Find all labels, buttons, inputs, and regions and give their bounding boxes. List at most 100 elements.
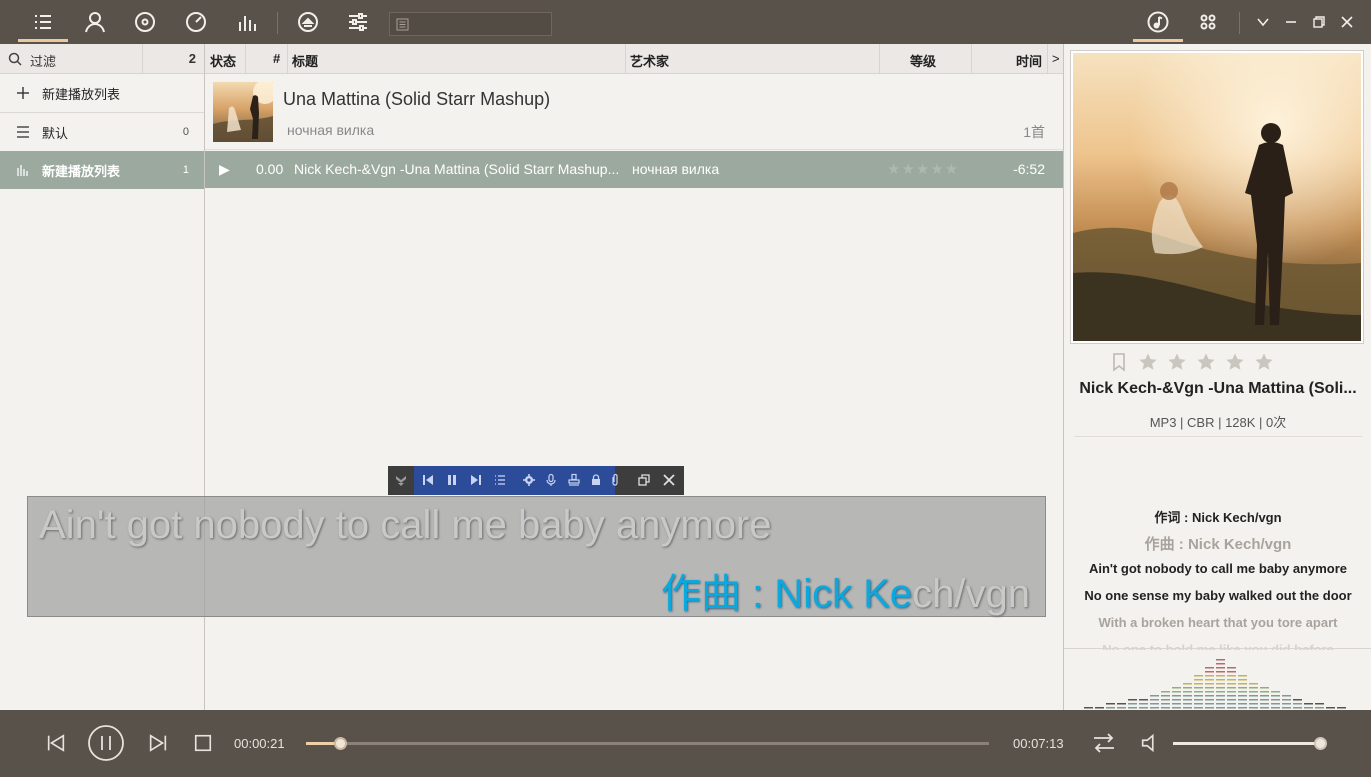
next-button[interactable] bbox=[146, 731, 170, 755]
filter-count: 2 bbox=[188, 51, 196, 66]
pause-icon[interactable] bbox=[445, 473, 459, 487]
spectrum-segment bbox=[1183, 707, 1192, 709]
spectrum-segment bbox=[1150, 703, 1159, 705]
repeat-mode-button[interactable] bbox=[1092, 731, 1116, 755]
lyrics-line-current: 作曲 : Nick Kech/vgn bbox=[1144, 536, 1292, 553]
track-rating-stars[interactable]: ★★★★★ bbox=[887, 160, 959, 178]
apps-button[interactable] bbox=[1183, 0, 1233, 44]
eject-button[interactable] bbox=[283, 0, 333, 44]
spectrum-segment bbox=[1271, 691, 1280, 693]
chevron-down-icon bbox=[1257, 18, 1269, 27]
album-group-header[interactable]: Una Mattina (Solid Starr Mashup) ночная … bbox=[205, 74, 1063, 150]
progress-handle[interactable] bbox=[334, 737, 348, 750]
search-input[interactable] bbox=[389, 12, 552, 36]
sidebar-item-new-playlist[interactable]: 新建播放列表 1 bbox=[0, 151, 204, 189]
artist-tab-button[interactable] bbox=[70, 0, 120, 44]
filter-row[interactable]: 过滤 2 bbox=[0, 44, 204, 74]
equalizer-bars-icon bbox=[17, 165, 28, 176]
settings-sliders-button[interactable] bbox=[333, 0, 383, 44]
spectrum-segment bbox=[1238, 707, 1247, 709]
play-pause-button[interactable] bbox=[87, 724, 125, 762]
stamp-icon[interactable] bbox=[567, 473, 581, 487]
album-tab-button[interactable] bbox=[120, 0, 170, 44]
desktop-lyrics-window[interactable]: Ain't got nobody to call me baby anymore… bbox=[27, 496, 1046, 617]
column-header-title[interactable]: 标题 bbox=[292, 51, 318, 70]
volume-button[interactable] bbox=[1138, 731, 1162, 755]
spectrum-segment bbox=[1172, 703, 1181, 705]
star-icon[interactable] bbox=[1196, 352, 1216, 372]
column-divider[interactable] bbox=[1047, 44, 1048, 74]
volume-handle[interactable] bbox=[1314, 737, 1327, 750]
menu-dropdown-button[interactable] bbox=[1251, 10, 1275, 34]
close-icon[interactable] bbox=[662, 473, 676, 487]
disc-tab-button[interactable] bbox=[171, 0, 221, 44]
column-header-rating[interactable]: 等级 bbox=[910, 51, 936, 70]
spectrum-segment bbox=[1161, 691, 1170, 693]
close-button[interactable] bbox=[1335, 10, 1359, 34]
equalizer-bars-icon bbox=[239, 16, 256, 31]
column-header-status[interactable]: 状态 bbox=[210, 51, 236, 70]
star-icon[interactable] bbox=[1225, 352, 1245, 372]
lock-icon[interactable] bbox=[589, 473, 603, 487]
microphone-icon[interactable] bbox=[544, 473, 558, 487]
lyrics-logo-icon[interactable] bbox=[394, 473, 408, 487]
column-header-row: 状态 # 标题 艺术家 等级 时间 > bbox=[205, 44, 1063, 74]
spectrum-segment bbox=[1227, 671, 1236, 673]
spectrum-segment bbox=[1227, 703, 1236, 705]
spectrum-segment bbox=[1238, 679, 1247, 681]
star-icon[interactable] bbox=[1254, 352, 1274, 372]
clip-icon[interactable] bbox=[608, 473, 622, 487]
desktop-lyrics-unsung-part: ch/vgn bbox=[912, 572, 1030, 616]
column-divider[interactable] bbox=[287, 44, 288, 74]
spectrum-segment bbox=[1205, 703, 1214, 705]
column-header-artist[interactable]: 艺术家 bbox=[630, 51, 669, 70]
spectrum-segment bbox=[1249, 699, 1258, 701]
spectrum-segment bbox=[1139, 699, 1148, 701]
column-divider[interactable] bbox=[245, 44, 246, 74]
bookmark-icon[interactable] bbox=[1109, 352, 1129, 372]
new-playlist-button[interactable]: 新建播放列表 bbox=[0, 74, 204, 112]
column-header-number[interactable]: # bbox=[273, 51, 280, 66]
spectrum-segment bbox=[1205, 691, 1214, 693]
star-icon[interactable] bbox=[1138, 352, 1158, 372]
filter-label: 过滤 bbox=[30, 54, 57, 69]
sliders-icon bbox=[349, 13, 367, 31]
restore-button[interactable] bbox=[1307, 10, 1331, 34]
previous-icon[interactable] bbox=[421, 473, 435, 487]
restore-icon bbox=[1313, 16, 1325, 28]
spectrum-segment bbox=[1194, 699, 1203, 701]
minimize-button[interactable] bbox=[1279, 10, 1303, 34]
spectrum-graphic bbox=[1084, 659, 1346, 709]
stop-button[interactable] bbox=[192, 732, 214, 754]
track-number: 0.00 bbox=[256, 161, 284, 177]
star-icon[interactable] bbox=[1167, 352, 1187, 372]
lyrics-line: No one sense my baby walked out the door bbox=[1084, 588, 1352, 603]
now-playing-tab-button[interactable] bbox=[1133, 0, 1183, 44]
spectrum-segment bbox=[1095, 707, 1104, 709]
column-divider[interactable] bbox=[879, 44, 880, 74]
spectrum-segment bbox=[1260, 707, 1269, 709]
column-more-button[interactable]: > bbox=[1052, 51, 1060, 66]
spectrum-segment bbox=[1205, 679, 1214, 681]
equalizer-tab-button[interactable] bbox=[222, 0, 272, 44]
spectrum-segment bbox=[1216, 695, 1225, 697]
next-icon[interactable] bbox=[469, 473, 483, 487]
volume-fill bbox=[1173, 742, 1321, 745]
now-playing-meta: MP3 | CBR | 128K | 0次 bbox=[1149, 415, 1287, 430]
volume-slider[interactable] bbox=[1173, 737, 1327, 750]
column-divider[interactable] bbox=[625, 44, 626, 74]
column-header-time[interactable]: 时间 bbox=[1016, 51, 1042, 70]
spectrum-segment bbox=[1216, 675, 1225, 677]
gear-icon[interactable] bbox=[522, 473, 536, 487]
spectrum-segment bbox=[1282, 703, 1291, 705]
restore-icon[interactable] bbox=[637, 473, 651, 487]
playlist-tab-button[interactable] bbox=[18, 0, 68, 44]
list-icon[interactable] bbox=[493, 473, 507, 487]
spectrum-segment bbox=[1216, 659, 1225, 661]
sidebar-item-default[interactable]: 默认 0 bbox=[0, 113, 204, 151]
previous-button[interactable] bbox=[44, 731, 68, 755]
column-divider[interactable] bbox=[971, 44, 972, 74]
album-cover bbox=[1070, 50, 1364, 344]
progress-slider[interactable] bbox=[306, 737, 989, 750]
table-row[interactable]: ▶ 0.00 Nick Kech-&Vgn -Una Mattina (Soli… bbox=[205, 151, 1063, 188]
